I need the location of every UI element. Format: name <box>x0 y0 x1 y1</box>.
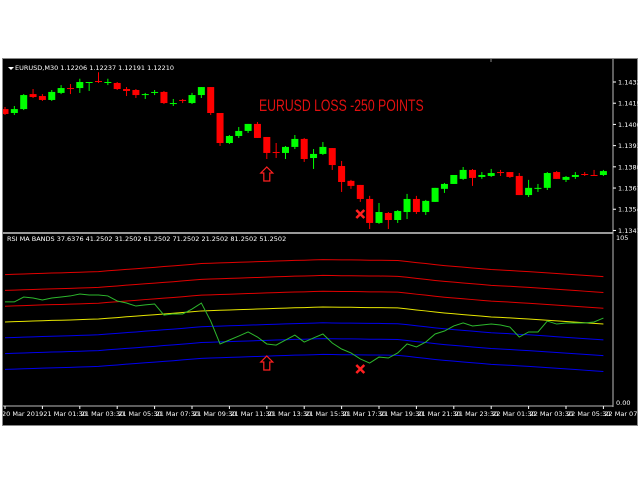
bull-candle <box>478 174 486 177</box>
bear-candle <box>272 151 280 153</box>
bull-candle <box>188 95 196 104</box>
bear-candle <box>66 88 74 90</box>
bear-candle <box>38 96 46 100</box>
bear-candle <box>179 99 187 101</box>
bull-candle <box>48 91 56 100</box>
indicator-scale-top: 105 <box>616 234 629 242</box>
bear-candle <box>356 184 364 199</box>
bull-candle <box>10 109 18 113</box>
indicator-info: RSI MA BANDS 37.6376 41.2502 31.2502 61.… <box>7 235 287 243</box>
time-tick-label: 22 Mar 07:13 <box>604 410 639 418</box>
bull-candle <box>310 153 318 159</box>
bear-candle <box>216 112 224 144</box>
loss-annotation: EURUSD LOSS -250 POINTS <box>259 96 424 115</box>
bull-candle <box>422 200 430 213</box>
upper-band-line <box>4 274 604 293</box>
bull-candle <box>151 91 159 93</box>
bear-candle <box>123 89 131 91</box>
bear-candle <box>366 198 374 223</box>
bear-candle <box>497 172 505 174</box>
bull-candle <box>76 82 84 89</box>
bear-candle <box>263 136 271 153</box>
bull-candle <box>282 146 289 153</box>
bull-candle <box>20 95 28 110</box>
bull-candle <box>543 173 551 188</box>
bear-candle <box>469 169 476 178</box>
bear-candle <box>95 81 102 83</box>
bear-candle <box>160 91 168 104</box>
x-cross-icon <box>355 364 366 374</box>
price-tick-label: 1.13800 <box>618 163 639 171</box>
bull-candle <box>169 103 177 105</box>
bull-candle <box>403 198 411 213</box>
bull-candle <box>450 174 458 184</box>
bull-candle <box>487 173 495 176</box>
upper-band-line <box>4 259 604 278</box>
bear-candle <box>3 109 9 114</box>
bear-candle <box>113 82 121 90</box>
price-tick-label: 1.13930 <box>618 142 639 150</box>
lower-band-line <box>4 338 604 357</box>
bull-candle <box>431 187 439 202</box>
bear-candle <box>207 87 215 113</box>
bear-candle <box>506 172 514 177</box>
bear-candle <box>328 148 336 166</box>
bull-candle <box>375 212 383 223</box>
bull-candle <box>440 183 448 189</box>
bull-candle <box>244 123 252 131</box>
up-arrow-icon <box>259 166 275 182</box>
dropdown-triangle-icon <box>8 67 14 70</box>
price-tick-label: 1.13670 <box>618 185 639 193</box>
bull-candle <box>225 135 233 144</box>
x-cross-icon <box>355 209 366 219</box>
chart-window[interactable]: 1.14320 1.14190 1.14060 1.13930 1.13800 1.136… <box>2 58 639 426</box>
bull-candle <box>291 138 299 147</box>
upper-band-line <box>4 290 604 309</box>
bull-candle <box>104 82 112 83</box>
bear-candle <box>300 138 308 159</box>
bear-candle <box>29 94 37 98</box>
bear-candle <box>515 175 523 196</box>
bear-candle <box>338 166 346 182</box>
bear-candle <box>412 198 420 213</box>
bull-candle <box>525 187 533 196</box>
bull-candle <box>394 211 402 221</box>
ma-line <box>4 306 604 325</box>
bear-candle <box>590 174 598 176</box>
bear-candle <box>581 174 589 176</box>
bull-candle <box>562 176 570 180</box>
price-tick-label: 1.14190 <box>618 100 639 108</box>
bull-candle <box>571 174 579 177</box>
time-tick-label: 20 Mar 2019 <box>3 410 43 418</box>
rsi-line <box>5 293 604 364</box>
indicator-scale-bottom: 0.00 <box>616 399 631 407</box>
price-tick-label: 1.13540 <box>618 206 639 214</box>
symbol-info: EURUSD,M30 1.12206 1.12237 1.12191 1.122… <box>15 64 174 72</box>
bull-candle <box>197 87 205 96</box>
bull-candle <box>85 82 93 83</box>
bear-candle <box>384 212 392 221</box>
bear-candle <box>347 180 355 186</box>
bear-candle <box>132 89 140 96</box>
bull-candle <box>459 169 467 179</box>
bull-candle <box>534 187 542 189</box>
up-arrow-icon <box>259 355 275 371</box>
bear-candle <box>553 172 561 179</box>
price-tick-label: 1.14060 <box>618 121 639 129</box>
bull-candle <box>141 94 149 96</box>
price-tick-label: 1.14320 <box>618 79 639 87</box>
lower-band-line <box>4 353 604 372</box>
bear-candle <box>253 123 261 138</box>
bull-candle <box>235 130 243 136</box>
bull-candle <box>319 146 327 154</box>
bull-candle <box>599 171 607 175</box>
bull-candle <box>57 88 65 93</box>
